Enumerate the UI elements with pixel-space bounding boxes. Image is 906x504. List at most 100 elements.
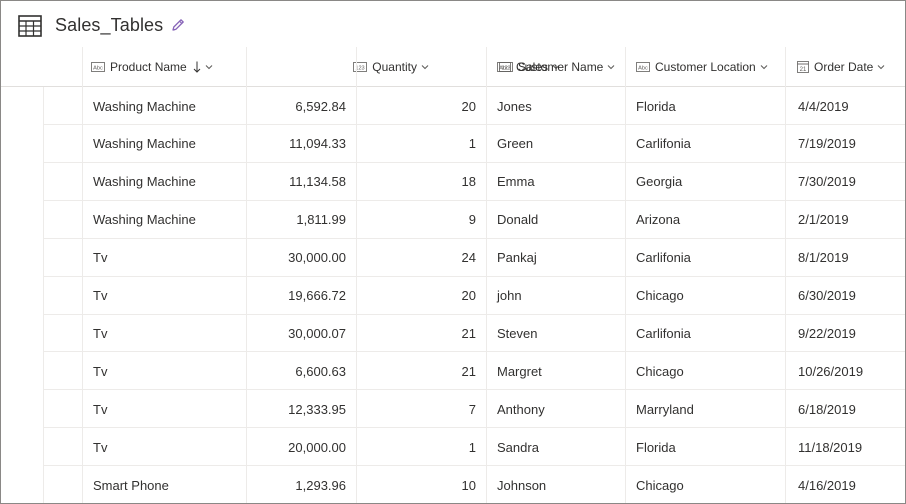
cell-date[interactable]: 8/1/2019 bbox=[785, 239, 905, 277]
cell-date[interactable]: 4/16/2019 bbox=[785, 466, 905, 503]
cell-date[interactable]: 7/19/2019 bbox=[785, 125, 905, 163]
svg-text:Abc: Abc bbox=[93, 65, 103, 71]
cell-customer[interactable]: Johnson bbox=[486, 466, 625, 503]
table-row[interactable]: Smart Phone 1,293.96 10 Johnson Chicago 4/16/… bbox=[1, 466, 905, 503]
grid-header: Abc Product Name 123 Sales 123 Quantity Abc Cus… bbox=[1, 47, 905, 87]
cell-sales[interactable]: 1,811.99 bbox=[246, 201, 356, 239]
cell-product[interactable]: Tv bbox=[82, 277, 246, 315]
cell-date[interactable]: 9/22/2019 bbox=[785, 314, 905, 352]
cell-date[interactable]: 7/30/2019 bbox=[785, 163, 905, 201]
cell-location[interactable]: Carlifonia bbox=[625, 239, 785, 277]
chevron-down-icon bbox=[607, 65, 615, 70]
cell-quantity[interactable]: 1 bbox=[356, 125, 486, 163]
cell-customer[interactable]: Jones bbox=[486, 87, 625, 125]
table-row[interactable]: Washing Machine 11,094.33 1 Green Carlifonia… bbox=[1, 125, 905, 163]
cell-quantity[interactable]: 21 bbox=[356, 352, 486, 390]
cell-customer[interactable]: Emma bbox=[486, 163, 625, 201]
cell-product[interactable]: Tv bbox=[82, 390, 246, 428]
cell-product[interactable]: Tv bbox=[82, 428, 246, 466]
column-gridline bbox=[625, 47, 626, 503]
table-row[interactable]: Tv 19,666.72 20 john Chicago 6/30/2019 bbox=[1, 277, 905, 315]
cell-location[interactable]: Arizona bbox=[625, 201, 785, 239]
title-bar: Sales_Tables bbox=[1, 1, 905, 47]
cell-sales[interactable]: 6,592.84 bbox=[246, 87, 356, 125]
column-gridline bbox=[246, 47, 247, 503]
cell-customer[interactable]: Pankaj bbox=[486, 239, 625, 277]
cell-customer[interactable]: Anthony bbox=[486, 390, 625, 428]
cell-product[interactable]: Tv bbox=[82, 314, 246, 352]
chevron-down-icon bbox=[760, 65, 768, 70]
cell-sales[interactable]: 11,094.33 bbox=[246, 125, 356, 163]
cell-sales[interactable]: 1,293.96 bbox=[246, 466, 356, 503]
cell-customer[interactable]: Steven bbox=[486, 314, 625, 352]
cell-product[interactable]: Washing Machine bbox=[82, 87, 246, 125]
svg-text:21: 21 bbox=[800, 67, 807, 73]
cell-product[interactable]: Washing Machine bbox=[82, 201, 246, 239]
column-header-label: Customer Name bbox=[516, 60, 604, 74]
column-header-product[interactable]: Abc Product Name bbox=[91, 47, 213, 87]
cell-date[interactable]: 6/30/2019 bbox=[785, 277, 905, 315]
table-row[interactable]: Tv 12,333.95 7 Anthony Marryland 6/18/2019 bbox=[1, 390, 905, 429]
table-row[interactable]: Tv 20,000.00 1 Sandra Florida 11/18/2019 bbox=[1, 428, 905, 467]
page-title: Sales_Tables bbox=[55, 15, 164, 35]
cell-product[interactable]: Tv bbox=[82, 352, 246, 390]
app-window: Sales_Tables Abc Product Name 123 Sales 123 Q… bbox=[0, 0, 906, 504]
cell-location[interactable]: Marryland bbox=[625, 390, 785, 428]
table-icon bbox=[18, 15, 42, 37]
cell-date[interactable]: 10/26/2019 bbox=[785, 352, 905, 390]
cell-sales[interactable]: 30,000.07 bbox=[246, 314, 356, 352]
table-row[interactable]: Tv 30,000.00 24 Pankaj Carlifonia 8/1/2019 bbox=[1, 239, 905, 277]
cell-customer[interactable]: john bbox=[486, 277, 625, 315]
cell-sales[interactable]: 30,000.00 bbox=[246, 239, 356, 277]
cell-location[interactable]: Chicago bbox=[625, 277, 785, 315]
cell-quantity[interactable]: 18 bbox=[356, 163, 486, 201]
cell-product[interactable]: Smart Phone bbox=[82, 466, 246, 503]
svg-text:Abc: Abc bbox=[499, 65, 509, 71]
cell-quantity[interactable]: 9 bbox=[356, 201, 486, 239]
table-row[interactable]: Washing Machine 6,592.84 20 Jones Florida 4/4… bbox=[1, 87, 905, 125]
cell-quantity[interactable]: 20 bbox=[356, 87, 486, 125]
cell-customer[interactable]: Green bbox=[486, 125, 625, 163]
column-gridline bbox=[785, 47, 786, 503]
cell-product[interactable]: Tv bbox=[82, 239, 246, 277]
cell-sales[interactable]: 11,134.58 bbox=[246, 163, 356, 201]
cell-quantity[interactable]: 21 bbox=[356, 314, 486, 352]
cell-quantity[interactable]: 10 bbox=[356, 466, 486, 503]
column-header-date[interactable]: 21 Order Date bbox=[797, 47, 885, 87]
table-row[interactable]: Washing Machine 11,134.58 18 Emma Georgia 7/3… bbox=[1, 163, 905, 201]
cell-sales[interactable]: 20,000.00 bbox=[246, 428, 356, 466]
cell-date[interactable]: 11/18/2019 bbox=[785, 428, 905, 466]
cell-customer[interactable]: Sandra bbox=[486, 428, 625, 466]
table-row[interactable]: Tv 6,600.63 21 Margret Chicago 10/26/2019 bbox=[1, 352, 905, 391]
cell-quantity[interactable]: 7 bbox=[356, 390, 486, 428]
cell-quantity[interactable]: 20 bbox=[356, 277, 486, 315]
pencil-icon[interactable] bbox=[170, 17, 186, 33]
chevron-down-icon bbox=[421, 65, 429, 70]
cell-sales[interactable]: 12,333.95 bbox=[246, 390, 356, 428]
cell-quantity[interactable]: 24 bbox=[356, 239, 486, 277]
cell-location[interactable]: Carlifonia bbox=[625, 314, 785, 352]
table-row[interactable]: Washing Machine 1,811.99 9 Donald Arizona 2/1… bbox=[1, 201, 905, 239]
cell-product[interactable]: Washing Machine bbox=[82, 125, 246, 163]
cell-customer[interactable]: Donald bbox=[486, 201, 625, 239]
cell-customer[interactable]: Margret bbox=[486, 352, 625, 390]
cell-date[interactable]: 2/1/2019 bbox=[785, 201, 905, 239]
cell-quantity[interactable]: 1 bbox=[356, 428, 486, 466]
cell-product[interactable]: Washing Machine bbox=[82, 163, 246, 201]
column-header-location[interactable]: Abc Customer Location bbox=[636, 47, 768, 87]
cell-location[interactable]: Florida bbox=[625, 428, 785, 466]
cell-location[interactable]: Chicago bbox=[625, 352, 785, 390]
table-row[interactable]: Tv 30,000.07 21 Steven Carlifonia 9/22/2019 bbox=[1, 314, 905, 353]
cell-date[interactable]: 4/4/2019 bbox=[785, 87, 905, 125]
cell-date[interactable]: 6/18/2019 bbox=[785, 390, 905, 428]
cell-location[interactable]: Carlifonia bbox=[625, 125, 785, 163]
column-header-customer[interactable]: Abc Customer Name bbox=[497, 47, 615, 87]
cell-location[interactable]: Chicago bbox=[625, 466, 785, 503]
cell-sales[interactable]: 19,666.72 bbox=[246, 277, 356, 315]
sort-descending-icon bbox=[193, 61, 201, 73]
cell-location[interactable]: Georgia bbox=[625, 163, 785, 201]
column-header-quantity[interactable]: 123 Quantity bbox=[353, 47, 429, 87]
cell-location[interactable]: Florida bbox=[625, 87, 785, 125]
cell-sales[interactable]: 6,600.63 bbox=[246, 352, 356, 390]
column-header-label: Product Name bbox=[110, 60, 187, 74]
